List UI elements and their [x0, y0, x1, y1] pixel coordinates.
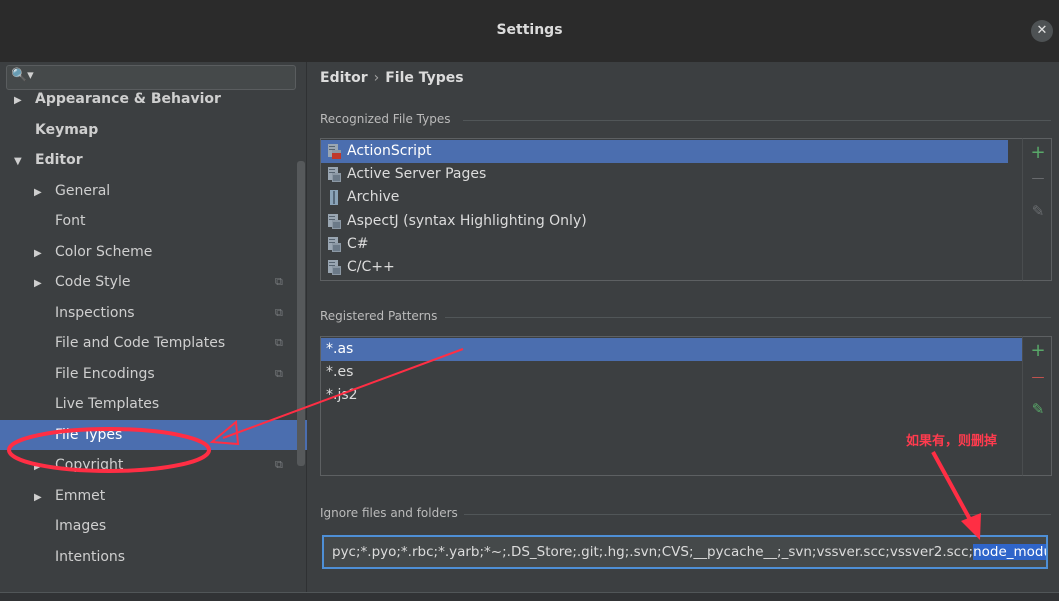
file-type-name: AspectJ (syntax Highlighting Only) — [347, 212, 587, 229]
remove-pattern-button[interactable]: — — [1029, 368, 1047, 388]
ignore-files-label: Ignore files and folders — [320, 506, 458, 520]
sidebar-item-color-scheme[interactable]: ▶ Color Scheme — [0, 237, 296, 267]
sidebar-item-emmet[interactable]: ▶ Emmet — [0, 481, 296, 511]
file-type-row[interactable]: Active Server Pages — [321, 163, 1008, 186]
recognized-file-types-list[interactable]: ActionScript Active Server Pages Archive As… — [320, 138, 1023, 281]
ignore-files-selected-text: node_modules; — [973, 544, 1046, 560]
add-file-type-button[interactable]: + — [1029, 143, 1047, 163]
sidebar-item-editor[interactable]: ▼ Editor — [0, 145, 296, 175]
sidebar-item-code-style[interactable]: ▶ Code Style ⧉ — [0, 267, 296, 297]
chevron-right-icon[interactable]: ▶ — [34, 269, 46, 299]
close-icon[interactable]: ✕ — [1031, 20, 1053, 42]
sidebar-item-label: File and Code Templates — [55, 335, 226, 351]
remove-file-type-button[interactable]: — — [1029, 169, 1047, 189]
sidebar-item-label: Emmet — [55, 487, 106, 504]
chevron-down-icon[interactable]: ▼ — [14, 147, 26, 177]
ignore-files-value: pyc;*.pyo;*.rbc;*.yarb;*~;.DS_Store;.git… — [332, 544, 974, 560]
sidebar-item-font[interactable]: Font — [0, 206, 296, 236]
pattern-row[interactable]: *.js2 — [321, 384, 1022, 407]
file-type-name: C/C++ — [347, 259, 395, 275]
patterns-toolbar: + — ✎ — [1022, 336, 1052, 476]
sidebar-item-label: File Encodings — [55, 365, 155, 382]
sidebar-item-label: Intentions — [55, 548, 126, 565]
sidebar-item-inspections[interactable]: Inspections ⧉ — [0, 298, 296, 328]
chevron-right-icon[interactable]: ▶ — [34, 239, 46, 269]
chevron-right-icon[interactable]: ▶ — [34, 483, 46, 513]
pattern-row[interactable]: *.es — [321, 361, 1022, 384]
file-type-row[interactable]: Archive — [321, 186, 1008, 209]
settings-sidebar: 🔍▾ ▶ Appearance & Behavior Keymap ▼ Editor ▶ G… — [0, 62, 307, 592]
breadcrumb: Editor › File Types — [320, 70, 464, 86]
file-type-name: ActionScript — [347, 143, 432, 159]
registered-patterns-label: Registered Patterns — [320, 309, 438, 323]
window-title: Settings — [496, 22, 563, 38]
sidebar-item-label: Live Templates — [55, 396, 160, 412]
file-type-row[interactable]: C# — [321, 233, 1008, 256]
file-type-name: Active Server Pages — [347, 166, 487, 183]
divider — [445, 317, 1051, 318]
project-scope-icon: ⧉ — [275, 305, 283, 319]
sidebar-item-file-and-code-templates[interactable]: File and Code Templates ⧉ — [0, 328, 296, 358]
project-scope-icon: ⧉ — [275, 366, 283, 380]
sidebar-item-label: Inspections — [55, 304, 135, 321]
file-type-row[interactable]: AspectJ (syntax Highlighting Only) — [321, 210, 1008, 233]
search-icon: 🔍▾ — [11, 68, 34, 83]
csharp-file-icon — [321, 236, 347, 252]
chevron-right-icon[interactable]: ▶ — [14, 86, 26, 116]
sidebar-item-label: Code Style — [55, 274, 131, 290]
cpp-file-icon — [321, 259, 347, 275]
registered-patterns-list[interactable]: *.as *.es *.js2 — [320, 336, 1023, 476]
file-type-row[interactable]: C/C++ — [321, 256, 1008, 279]
project-scope-icon: ⧉ — [275, 458, 283, 471]
file-types-panel: Editor › File Types Recognized File Types … — [307, 62, 1059, 592]
asp-file-icon — [321, 166, 347, 183]
title-bar: Settings ✕ — [0, 0, 1059, 62]
sidebar-item-label: Images — [55, 518, 107, 534]
sidebar-item-label: Editor — [35, 152, 83, 168]
breadcrumb-parent[interactable]: Editor — [320, 70, 368, 86]
edit-pattern-button[interactable]: ✎ — [1029, 399, 1047, 419]
recognized-file-types-label: Recognized File Types — [320, 112, 451, 126]
sidebar-item-file-encodings[interactable]: File Encodings ⧉ — [0, 359, 296, 389]
sidebar-item-label: General — [55, 182, 111, 199]
sidebar-item-file-types[interactable]: File Types — [0, 419, 307, 450]
sidebar-item-label: Copyright — [55, 457, 124, 473]
chevron-right-icon[interactable]: ▶ — [34, 452, 46, 482]
project-scope-icon: ⧉ — [275, 275, 283, 288]
sidebar-item-intentions[interactable]: Intentions — [0, 542, 296, 572]
project-scope-icon: ⧉ — [275, 336, 283, 349]
sidebar-item-general[interactable]: ▶ General — [0, 176, 296, 206]
sidebar-item-images[interactable]: Images — [0, 511, 296, 541]
breadcrumb-current: File Types — [385, 70, 464, 86]
file-type-name: C# — [347, 235, 369, 252]
breadcrumb-separator: › — [373, 70, 380, 86]
add-pattern-button[interactable]: + — [1029, 341, 1047, 361]
annotation-text: 如果有，则删掉 — [906, 434, 998, 449]
ignore-files-input[interactable]: pyc;*.pyo;*.rbc;*.yarb;*~;.DS_Store;.git… — [322, 535, 1048, 569]
sidebar-item-copyright[interactable]: ▶ Copyright ⧉ — [0, 450, 296, 480]
sidebar-item-keymap[interactable]: Keymap — [0, 115, 296, 145]
divider — [463, 120, 1051, 121]
archive-file-icon — [321, 189, 347, 206]
actionscript-file-icon — [321, 143, 347, 159]
chevron-right-icon[interactable]: ▶ — [34, 178, 46, 208]
pattern-row[interactable]: *.as — [321, 338, 1022, 361]
sidebar-item-label: Font — [55, 213, 86, 229]
sidebar-item-label: Color Scheme — [55, 243, 153, 260]
sidebar-item-label: Keymap — [35, 121, 99, 138]
recognized-toolbar: + — ✎ — [1022, 138, 1052, 281]
sidebar-scrollbar[interactable] — [297, 161, 305, 466]
edit-file-type-button[interactable]: ✎ — [1029, 201, 1047, 221]
aspectj-file-icon — [321, 213, 347, 229]
divider — [464, 514, 1051, 515]
file-type-row[interactable]: ActionScript — [321, 140, 1008, 163]
sidebar-item-label: File Types — [55, 426, 123, 443]
file-type-name: Archive — [347, 189, 400, 206]
sidebar-item-label: Appearance & Behavior — [35, 91, 221, 107]
sidebar-item-live-templates[interactable]: Live Templates — [0, 389, 296, 419]
sidebar-item-appearance-behavior[interactable]: ▶ Appearance & Behavior — [0, 84, 296, 114]
